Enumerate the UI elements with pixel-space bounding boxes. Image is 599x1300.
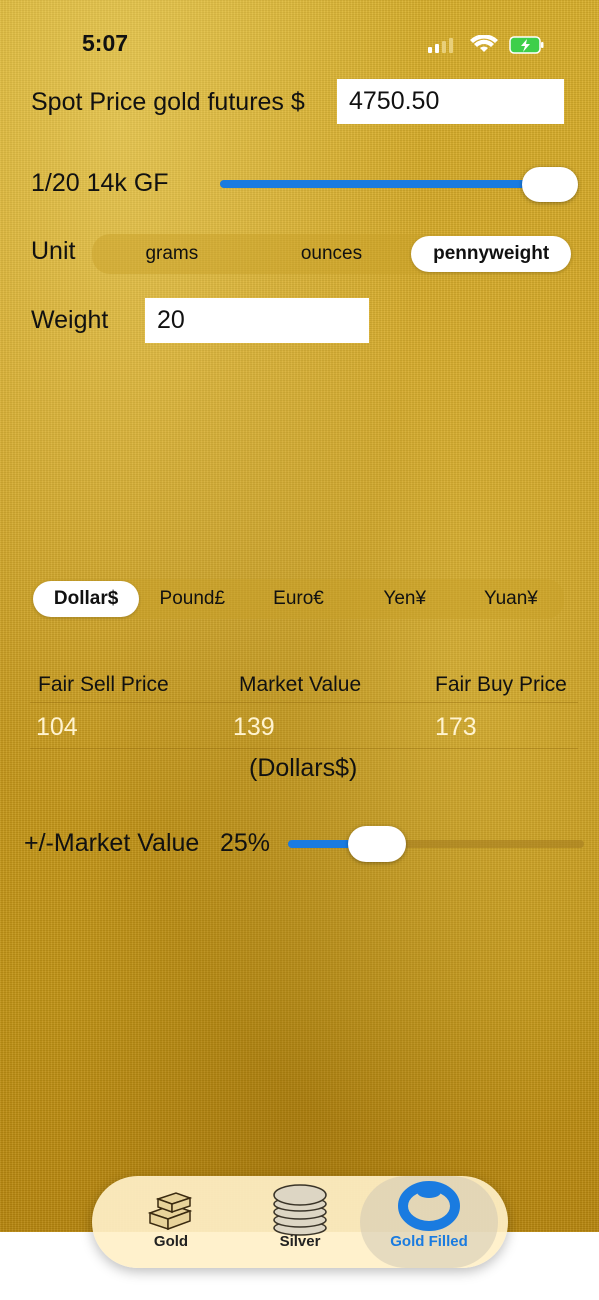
currency-segmented-control[interactable]: Dollar$ Pound£ Euro€ Yen¥ Yuan¥ [30,579,564,619]
currency-option-yuan[interactable]: Yuan¥ [458,581,564,617]
battery-charging-icon [509,36,544,54]
market-value-percent: 25% [220,829,271,857]
tab-gold-label: Gold [153,1233,189,1250]
unit-option-grams[interactable]: grams [92,236,252,272]
karat-label: 1/20 14k GF [31,169,169,197]
status-icons [428,35,544,54]
unit-option-ounces[interactable]: ounces [252,236,412,272]
market-slider-thumb[interactable] [347,826,406,862]
unit-option-pennyweight[interactable]: pennyweight [411,236,572,272]
currency-option-dollar[interactable]: Dollar$ [33,581,140,617]
market-value-slider[interactable] [288,824,584,864]
fair-buy-price-value: 173 [435,713,477,741]
market-value-value: 139 [233,713,275,741]
karat-slider-thumb[interactable] [522,167,578,202]
status-time: 5:07 [82,30,129,56]
weight-input[interactable] [145,298,369,343]
spot-price-input[interactable] [337,79,564,124]
currency-option-euro[interactable]: Euro€ [245,581,351,617]
fair-buy-price-header: Fair Buy Price [435,673,567,696]
market-value-slider-label: +/-Market Value [24,829,200,857]
wifi-icon [470,35,498,52]
fair-sell-price-header: Fair Sell Price [38,673,169,696]
unit-segmented-control[interactable]: grams ounces pennyweight [92,234,574,274]
currency-option-yen[interactable]: Yen¥ [352,581,458,617]
karat-slider[interactable] [220,164,578,204]
karat-slider-fill [220,180,550,188]
gold-bars-icon [147,1192,193,1231]
tab-gold-filled-label: Gold Filled [390,1233,468,1250]
currency-option-pound[interactable]: Pound£ [139,581,245,617]
weight-label: Weight [31,306,109,334]
tab-silver-label: Silver [279,1233,321,1250]
spot-price-label: Spot Price gold futures $ [31,88,305,116]
unit-label: Unit [31,237,76,265]
fair-sell-price-value: 104 [36,713,78,741]
silver-coins-icon [273,1184,327,1236]
tab-gold[interactable]: Gold [102,1176,240,1268]
gold-filled-ring-icon [398,1181,460,1231]
currency-note: (Dollars$) [249,754,358,782]
cellular-signal-icon [428,38,453,53]
table-divider [30,702,578,703]
market-value-header: Market Value [239,673,362,696]
tab-bar: Gold Silver Gold Filled [92,1176,508,1268]
tab-silver[interactable]: Silver [231,1176,369,1268]
table-divider [30,748,578,749]
tab-gold-filled[interactable]: Gold Filled [360,1176,498,1268]
